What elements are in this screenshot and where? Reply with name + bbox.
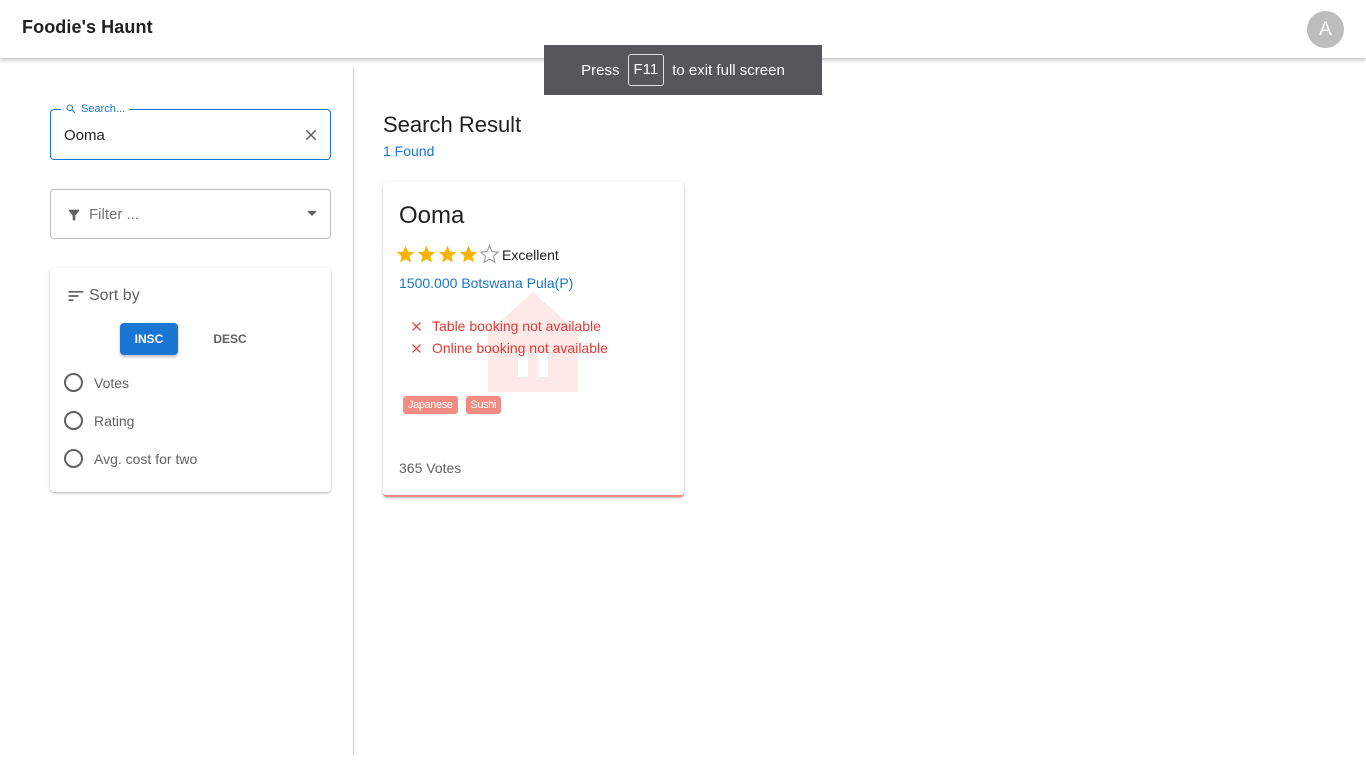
panel-divider <box>353 68 354 754</box>
results-title: Search Result <box>383 112 522 137</box>
sort-option-label: Votes <box>94 374 130 391</box>
fullscreen-press-text: Press <box>581 61 620 79</box>
restaurant-card[interactable]: Ooma Excellent 1500.000 Botswana Pula(P)… <box>383 182 684 497</box>
app-title: Foodie's Haunt <box>22 17 153 37</box>
results-count: 1 Found <box>383 143 435 159</box>
online-booking-status: Online booking not available <box>409 340 608 356</box>
search-icon <box>66 104 76 114</box>
filter-select[interactable]: Filter ... <box>50 189 331 239</box>
avatar[interactable]: A <box>1307 11 1344 48</box>
sort-icon <box>68 291 84 301</box>
table-booking-status: Table booking not available <box>409 318 601 334</box>
sort-heading: Sort by <box>66 286 140 306</box>
sort-option-avg-cost[interactable]: Avg. cost for two <box>64 449 197 468</box>
radio-button[interactable] <box>64 449 83 468</box>
restaurant-cost: 1500.000 Botswana Pula(P) <box>399 275 574 291</box>
filter-icon <box>68 209 80 221</box>
search-input[interactable] <box>64 127 294 144</box>
sort-option-votes[interactable]: Votes <box>64 373 129 392</box>
chevron-down-icon <box>307 211 317 216</box>
votes-count: 365 Votes <box>399 460 462 476</box>
search-label-text: Search... <box>81 103 126 115</box>
cuisine-tag: Japanese <box>403 396 458 414</box>
fullscreen-message: to exit full screen <box>672 61 785 79</box>
insc-button[interactable]: INSC <box>120 323 178 355</box>
star-empty-icon <box>479 244 500 264</box>
fullscreen-key: F11 <box>627 54 665 86</box>
cuisine-tags: Japanese Sushi <box>403 396 502 414</box>
radio-button[interactable] <box>64 411 83 430</box>
sort-option-label: Rating <box>94 412 135 429</box>
restaurant-name: Ooma <box>399 202 465 229</box>
close-icon <box>412 343 421 353</box>
star-filled-icon <box>459 245 478 263</box>
star-filled-icon <box>417 245 436 263</box>
star-filled-icon <box>438 245 457 263</box>
clear-icon[interactable] <box>302 126 320 144</box>
sort-heading-text: Sort by <box>89 287 140 304</box>
radio-button[interactable] <box>64 373 83 392</box>
sort-option-rating[interactable]: Rating <box>64 411 134 430</box>
close-icon <box>412 321 421 331</box>
sort-card: Sort by INSC DESC Votes Rating Avg. cost… <box>50 268 331 492</box>
star-filled-icon <box>396 245 415 263</box>
rating-stars: Excellent <box>395 244 559 265</box>
search-label: Search... <box>61 103 130 115</box>
search-field[interactable]: Search... <box>50 103 331 160</box>
sort-option-label: Avg. cost for two <box>94 450 198 467</box>
table-booking-text: Table booking not available <box>432 318 601 334</box>
filter-placeholder: Filter ... <box>89 206 140 223</box>
desc-button[interactable]: DESC <box>202 323 258 355</box>
cuisine-tag: Sushi <box>465 396 502 414</box>
rating-text: Excellent <box>502 246 559 263</box>
online-booking-text: Online booking not available <box>432 340 608 356</box>
fullscreen-toast: Press F11 to exit full screen <box>544 45 822 95</box>
